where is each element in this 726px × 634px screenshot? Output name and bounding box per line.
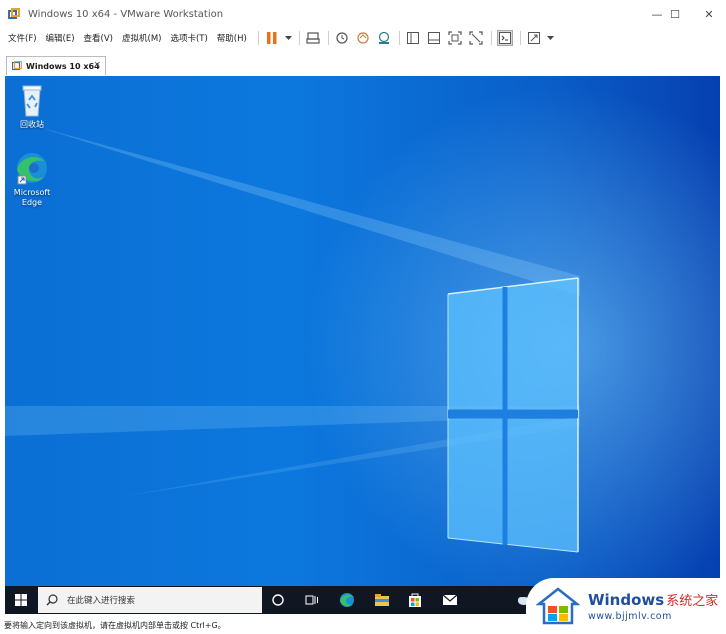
pause-dropdown-icon[interactable] — [285, 30, 293, 46]
revert-snapshot-icon[interactable] — [355, 30, 371, 46]
tab-close-button[interactable]: × — [93, 60, 101, 70]
search-input[interactable]: 在此键入进行搜索 — [38, 587, 262, 613]
watermark-url: www.bjjmlv.com — [588, 611, 672, 622]
cortana-icon[interactable] — [263, 586, 293, 614]
menu-vm[interactable]: 虚拟机(M) — [122, 32, 161, 44]
desktop-icon-label: 回收站 — [20, 120, 44, 129]
send-keys-icon[interactable] — [305, 30, 321, 46]
console-icon[interactable] — [496, 30, 513, 46]
status-text: 要将输入定向到该虚拟机，请在虚拟机内部单击或按 Ctrl+G。 — [4, 620, 226, 630]
wallpaper-light-beams — [5, 76, 720, 586]
snapshot-manager-icon[interactable] — [376, 30, 392, 46]
unity-icon[interactable] — [468, 30, 484, 46]
desktop-icon-label: Microsoft — [13, 188, 51, 197]
desktop-icon-recycle-bin[interactable]: 回收站 — [5, 82, 62, 130]
stretch-dropdown-icon[interactable] — [547, 30, 555, 46]
toolbar-divider — [490, 31, 492, 45]
window-title: Windows 10 x64 - VMware Workstation — [28, 8, 224, 20]
search-icon — [46, 594, 58, 606]
menu-file[interactable]: 文件(F) — [8, 32, 37, 44]
desktop-icon-label: Edge — [21, 198, 43, 207]
menu-edit[interactable]: 编辑(E) — [46, 32, 75, 44]
store-icon[interactable] — [400, 586, 430, 614]
site-watermark: Windows 系统之家 www.bjjmlv.com — [526, 578, 726, 634]
recycle-bin-icon — [14, 82, 50, 118]
vm-tab-icon — [12, 61, 22, 71]
toolbar-divider — [257, 31, 259, 45]
title-bar: Windows 10 x64 - VMware Workstation — ☐ … — [0, 0, 726, 28]
tab-strip: Windows 10 x64 × — [0, 52, 726, 75]
toolbar-divider — [298, 31, 300, 45]
task-view-icon[interactable] — [297, 586, 327, 614]
menu-tabs[interactable]: 选项卡(T) — [170, 32, 207, 44]
fullscreen-icon[interactable] — [447, 30, 463, 46]
tab-label: Windows 10 x64 — [26, 61, 100, 71]
edge-icon — [14, 150, 50, 186]
snapshot-icon[interactable] — [334, 30, 350, 46]
menu-view[interactable]: 查看(V) — [84, 32, 113, 44]
vmware-logo-icon — [8, 8, 20, 20]
mail-icon[interactable] — [435, 586, 465, 614]
start-button[interactable] — [5, 586, 37, 614]
tab-windows10[interactable]: Windows 10 x64 × — [6, 56, 106, 75]
file-explorer-icon[interactable] — [367, 586, 397, 614]
edge-icon[interactable] — [332, 586, 362, 614]
watermark-logo-icon — [536, 587, 580, 625]
thumbnail-icon[interactable] — [426, 30, 442, 46]
vm-display[interactable]: 回收站 Microsoft Edge — [5, 76, 720, 586]
toolbar-divider — [398, 31, 400, 45]
maximize-button[interactable]: ☐ — [658, 0, 692, 28]
search-placeholder: 在此键入进行搜索 — [67, 596, 136, 606]
toolbar-divider — [519, 31, 521, 45]
watermark-suffix: 系统之家 — [666, 594, 719, 609]
library-icon[interactable] — [405, 30, 421, 46]
menu-toolbar: 文件(F) 编辑(E) 查看(V) 虚拟机(M) 选项卡(T) 帮助(H) — [0, 28, 726, 48]
watermark-brand: Windows — [588, 591, 665, 609]
stretch-icon[interactable] — [526, 30, 542, 46]
close-button[interactable]: ✕ — [692, 0, 726, 28]
menu-help[interactable]: 帮助(H) — [217, 32, 247, 44]
pause-icon[interactable] — [264, 30, 280, 46]
windows-logo-icon — [15, 594, 27, 606]
toolbar-divider — [327, 31, 329, 45]
desktop-icon-edge[interactable]: Microsoft Edge — [5, 150, 62, 208]
